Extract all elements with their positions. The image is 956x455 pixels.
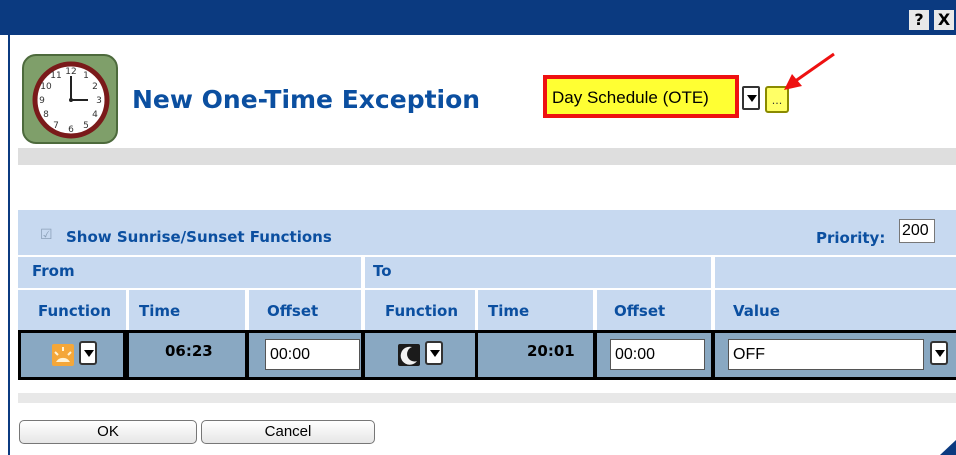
svg-text:6: 6 [68,125,74,135]
from-function-dropdown[interactable] [79,341,97,365]
value-dropdown-button[interactable] [930,341,948,365]
svg-text:3: 3 [96,96,102,106]
col-label-value: Value [733,302,780,320]
to-time-value: 20:01 [527,342,575,360]
svg-text:1: 1 [83,71,89,81]
dialog-title: New One-Time Exception [132,85,481,114]
value-group-header [715,257,956,288]
schedule-select[interactable]: Day Schedule (OTE) [543,75,739,118]
red-arrow-annotation [784,52,835,90]
title-bar [0,0,956,35]
svg-text:4: 4 [92,110,98,120]
svg-text:7: 7 [53,121,59,131]
col-label-from-time: Time [139,302,181,320]
priority-label: Priority: [816,229,886,247]
resize-grip[interactable] [940,440,956,455]
svg-text:9: 9 [39,96,45,106]
col-label-from-function: Function [38,302,112,320]
schedule-selected-value: Day Schedule (OTE) [552,88,709,107]
sunrise-icon [52,344,74,366]
clock-icon: 12 1 2 345 678 9 10 11 [22,54,118,144]
from-label: From [32,262,75,280]
svg-text:11: 11 [50,71,61,81]
show-sun-label: Show Sunrise/Sunset Functions [66,228,332,246]
cancel-button[interactable]: Cancel [201,420,375,444]
separator-bar [18,148,956,165]
svg-text:10: 10 [40,82,52,92]
col-label-to-function: Function [385,302,459,320]
svg-text:12: 12 [65,67,76,77]
to-function-dropdown[interactable] [425,341,443,365]
col-label-from-offset: Offset [267,302,319,320]
ok-button[interactable]: OK [19,420,197,444]
col-label-to-offset: Offset [614,302,666,320]
schedule-dropdown-button[interactable] [742,86,760,110]
to-function-cell [365,333,475,377]
svg-text:2: 2 [92,82,98,92]
value-select[interactable]: OFF [728,339,924,370]
to-offset-input[interactable]: 00:00 [610,339,705,370]
help-button[interactable]: ? [909,10,929,30]
to-label: To [373,262,392,280]
show-sun-checkbox[interactable]: ☑ [40,227,53,243]
col-label-to-time: Time [488,302,530,320]
svg-text:8: 8 [43,110,49,120]
footer-separator [18,393,956,403]
from-offset-input[interactable]: 00:00 [265,339,360,370]
moon-icon [398,344,420,366]
close-button[interactable]: X [934,10,954,30]
from-time-value: 06:23 [165,342,213,360]
to-group-header [365,257,711,288]
priority-input[interactable]: 200 [899,219,935,243]
svg-text:5: 5 [83,121,89,131]
